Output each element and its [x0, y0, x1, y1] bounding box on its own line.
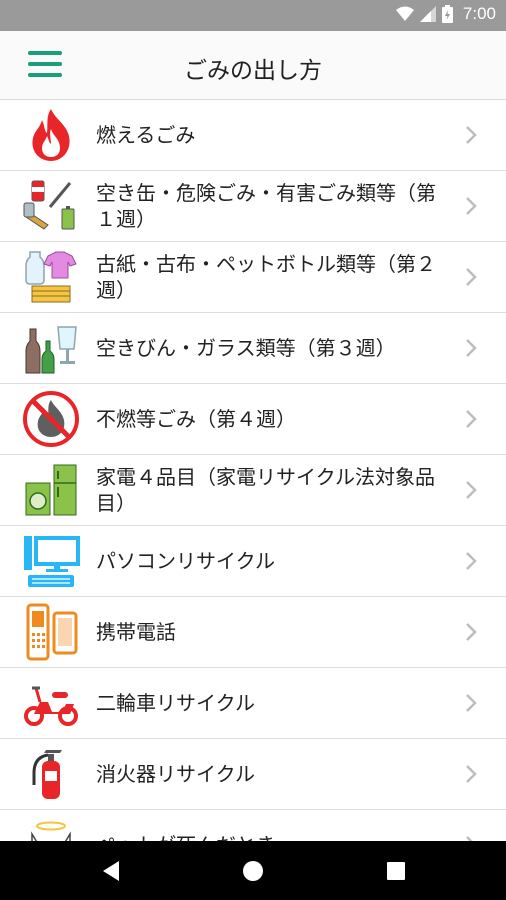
chevron-right-icon [466, 197, 477, 215]
list-item-appliances[interactable]: 家電４品目（家電リサイクル法対象品目） [0, 455, 506, 526]
paper-cloth-bottles-icon [25, 251, 77, 303]
app-bar: ごみの出し方 [0, 31, 506, 100]
list-item-bottles-glass[interactable]: 空きびん・ガラス類等（第３週） [0, 313, 506, 384]
list-item-label: 二輪車リサイクル [96, 691, 255, 715]
fire-icon [32, 109, 70, 161]
list-item-cans-hazardous[interactable]: 空き缶・危険ごみ・有害ごみ類等（第１週） [0, 171, 506, 242]
list-item-computer[interactable]: パソコンリサイクル [0, 526, 506, 597]
chevron-right-icon [466, 765, 477, 783]
battery-icon [441, 5, 453, 23]
list-item-label: 家電４品目（家電リサイクル法対象品目） [96, 465, 435, 515]
chevron-right-icon [466, 268, 477, 286]
list-item-label: 空きびん・ガラス類等（第３週） [96, 336, 396, 360]
recents-icon [387, 861, 405, 880]
list-item-mobile-phone[interactable]: 携帯電話 [0, 597, 506, 668]
chevron-right-icon [466, 836, 473, 841]
cans-hazardous-icon [23, 180, 75, 230]
list-item-label: 不燃等ごみ（第４週） [96, 407, 296, 431]
chevron-right-icon [466, 694, 477, 712]
chevron-right-icon [466, 126, 477, 144]
list-item-non-burnable[interactable]: 不燃等ごみ（第４週） [0, 384, 506, 455]
mobile-phone-icon [26, 603, 78, 661]
pet-angel-icon [31, 821, 71, 841]
list-item-burnable[interactable]: 燃えるごみ [0, 100, 506, 171]
category-list: 燃えるごみ 空き缶・危険ごみ・有害ごみ類等（第１週） 古紙・古布・ペットボトル類… [0, 100, 506, 841]
navigation-bar [0, 841, 506, 900]
scooter-icon [24, 686, 78, 726]
back-icon [103, 860, 119, 881]
status-bar: 7:00 [0, 0, 506, 31]
chevron-right-icon [466, 410, 477, 428]
recents-button[interactable] [356, 841, 436, 900]
wifi-icon [395, 6, 414, 21]
list-item-fire-extinguisher[interactable]: 消火器リサイクル [0, 739, 506, 810]
home-icon [243, 860, 263, 881]
status-icons: 7:00 [395, 4, 496, 24]
list-item-paper-cloth-bottles[interactable]: 古紙・古布・ペットボトル類等（第２週） [0, 242, 506, 313]
cell-signal-icon [419, 6, 436, 22]
home-button[interactable] [213, 841, 293, 900]
status-time: 7:00 [462, 4, 496, 23]
chevron-right-icon [466, 339, 477, 357]
back-button[interactable] [71, 841, 151, 900]
bottles-glass-icon [25, 326, 77, 374]
list-item-label: 空き缶・危険ごみ・有害ごみ類等（第１週） [96, 181, 436, 231]
list-item-pet-death[interactable]: ペットが死んだとき [0, 810, 506, 841]
chevron-right-icon [466, 552, 477, 570]
computer-icon [24, 536, 80, 587]
chevron-right-icon [466, 481, 477, 499]
chevron-right-icon [466, 623, 477, 641]
list-item-label: 古紙・古布・ペットボトル類等（第２週） [96, 252, 436, 302]
fire-extinguisher-icon [32, 750, 62, 799]
page-title: ごみの出し方 [184, 58, 322, 84]
appliances-icon [25, 464, 77, 516]
list-item-label: ペットが死んだとき [96, 832, 446, 841]
no-burn-icon [23, 391, 79, 447]
list-item-motorcycle[interactable]: 二輪車リサイクル [0, 668, 506, 739]
list-item-label: 携帯電話 [96, 620, 176, 644]
list-item-label: 消火器リサイクル [96, 762, 255, 786]
list-item-label: パソコンリサイクル [96, 549, 275, 573]
list-item-label: 燃えるごみ [96, 123, 196, 147]
